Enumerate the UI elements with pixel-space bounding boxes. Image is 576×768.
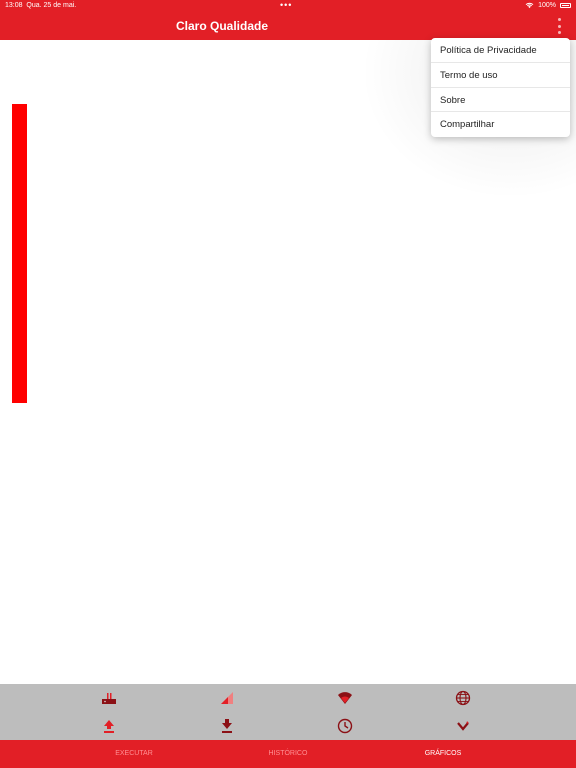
clock-icon[interactable] xyxy=(336,717,354,735)
menu-item-share[interactable]: Compartilhar xyxy=(431,112,570,137)
status-bar: 13:08 Qua. 25 de mai. ••• 100% xyxy=(0,0,576,12)
signal-icon[interactable] xyxy=(218,689,236,707)
router-icon[interactable] xyxy=(100,689,118,707)
tab-graficos[interactable]: GRÁFICOS xyxy=(393,750,493,757)
wifi-status-icon xyxy=(525,2,534,11)
more-options-icon[interactable] xyxy=(556,18,562,34)
page-title: Claro Qualidade xyxy=(176,19,269,33)
wifi-icon[interactable] xyxy=(336,689,354,707)
chart-bar xyxy=(12,104,27,403)
multitask-dots[interactable]: ••• xyxy=(280,0,292,10)
tab-executar[interactable]: EXECUTAR xyxy=(84,750,184,757)
bottom-tab-bar: EXECUTAR HISTÓRICO GRÁFICOS xyxy=(0,740,576,768)
download-icon[interactable] xyxy=(218,717,236,735)
menu-item-about[interactable]: Sobre xyxy=(431,88,570,113)
battery-icon xyxy=(560,3,571,8)
upload-icon[interactable] xyxy=(100,717,118,735)
chevron-down-icon[interactable] xyxy=(454,717,472,735)
metric-toolbar xyxy=(0,684,576,740)
battery-percentage: 100% xyxy=(538,2,556,9)
globe-icon[interactable] xyxy=(454,689,472,707)
tab-historico[interactable]: HISTÓRICO xyxy=(238,750,338,757)
overflow-menu: Política de Privacidade Termo de uso Sob… xyxy=(431,38,570,137)
menu-item-privacy-policy[interactable]: Política de Privacidade xyxy=(431,38,570,63)
status-time: 13:08 Qua. 25 de mai. xyxy=(5,2,77,9)
app-header: Claro Qualidade xyxy=(0,12,576,40)
menu-item-terms-of-use[interactable]: Termo de uso xyxy=(431,63,570,88)
